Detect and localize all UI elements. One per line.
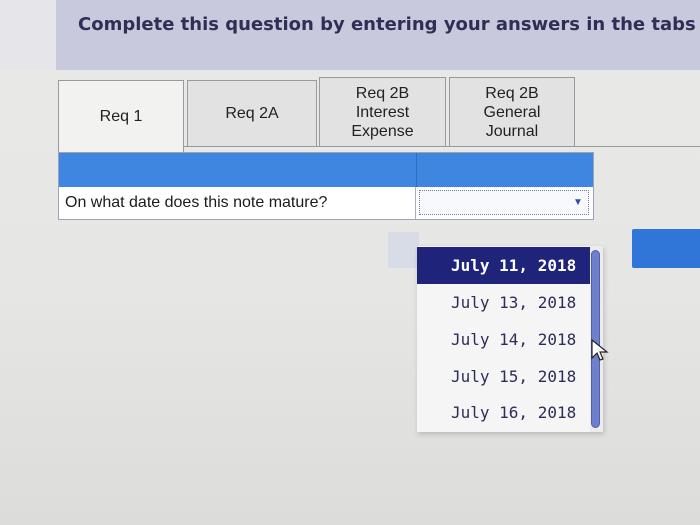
question-prompt: On what date does this note mature? (65, 194, 328, 211)
dropdown-option[interactable]: July 11, 2018 (417, 247, 590, 284)
next-button[interactable] (632, 229, 700, 268)
tab-req-2b-interest-expense[interactable]: Req 2B Interest Expense (319, 77, 446, 147)
date-dropdown-list: July 11, 2018 July 13, 2018 July 14, 201… (417, 246, 603, 432)
table-header-divider (416, 153, 417, 187)
tab-label: Req 2B Interest Expense (351, 84, 414, 140)
tab-req-1[interactable]: Req 1 (58, 80, 184, 152)
answer-table: On what date does this note mature? ▼ (58, 152, 594, 220)
chevron-down-icon[interactable]: ▼ (570, 194, 586, 211)
question-cell: On what date does this note mature? (59, 187, 416, 219)
dropdown-option[interactable]: July 16, 2018 (417, 394, 590, 431)
option-label: July 14, 2018 (451, 330, 577, 349)
tab-req-2a[interactable]: Req 2A (187, 80, 317, 147)
tab-req-2b-general-journal[interactable]: Req 2B General Journal (449, 77, 575, 147)
resize-cursor-icon (591, 338, 609, 361)
instruction-banner (0, 0, 700, 70)
option-label: July 11, 2018 (451, 256, 577, 275)
option-label: July 16, 2018 (451, 403, 577, 422)
dropdown-option[interactable]: July 15, 2018 (417, 358, 590, 395)
option-label: July 13, 2018 (451, 293, 577, 312)
option-label: July 15, 2018 (451, 367, 577, 386)
tab-label: Req 2B General Journal (483, 84, 541, 140)
tab-label: Req 2A (225, 105, 279, 122)
instruction-banner-inner (56, 0, 700, 70)
faint-button-edge (388, 232, 419, 268)
instruction-text: Complete this question by entering your … (78, 14, 700, 35)
table-header (59, 153, 593, 187)
dropdown-option[interactable]: July 14, 2018 (417, 321, 590, 358)
tab-label: Req 1 (99, 108, 143, 125)
maturity-date-select[interactable]: ▼ (419, 190, 589, 215)
dropdown-option[interactable]: July 13, 2018 (417, 284, 590, 321)
tab-strip-divider (184, 146, 700, 147)
answer-cell: ▼ (416, 187, 593, 219)
